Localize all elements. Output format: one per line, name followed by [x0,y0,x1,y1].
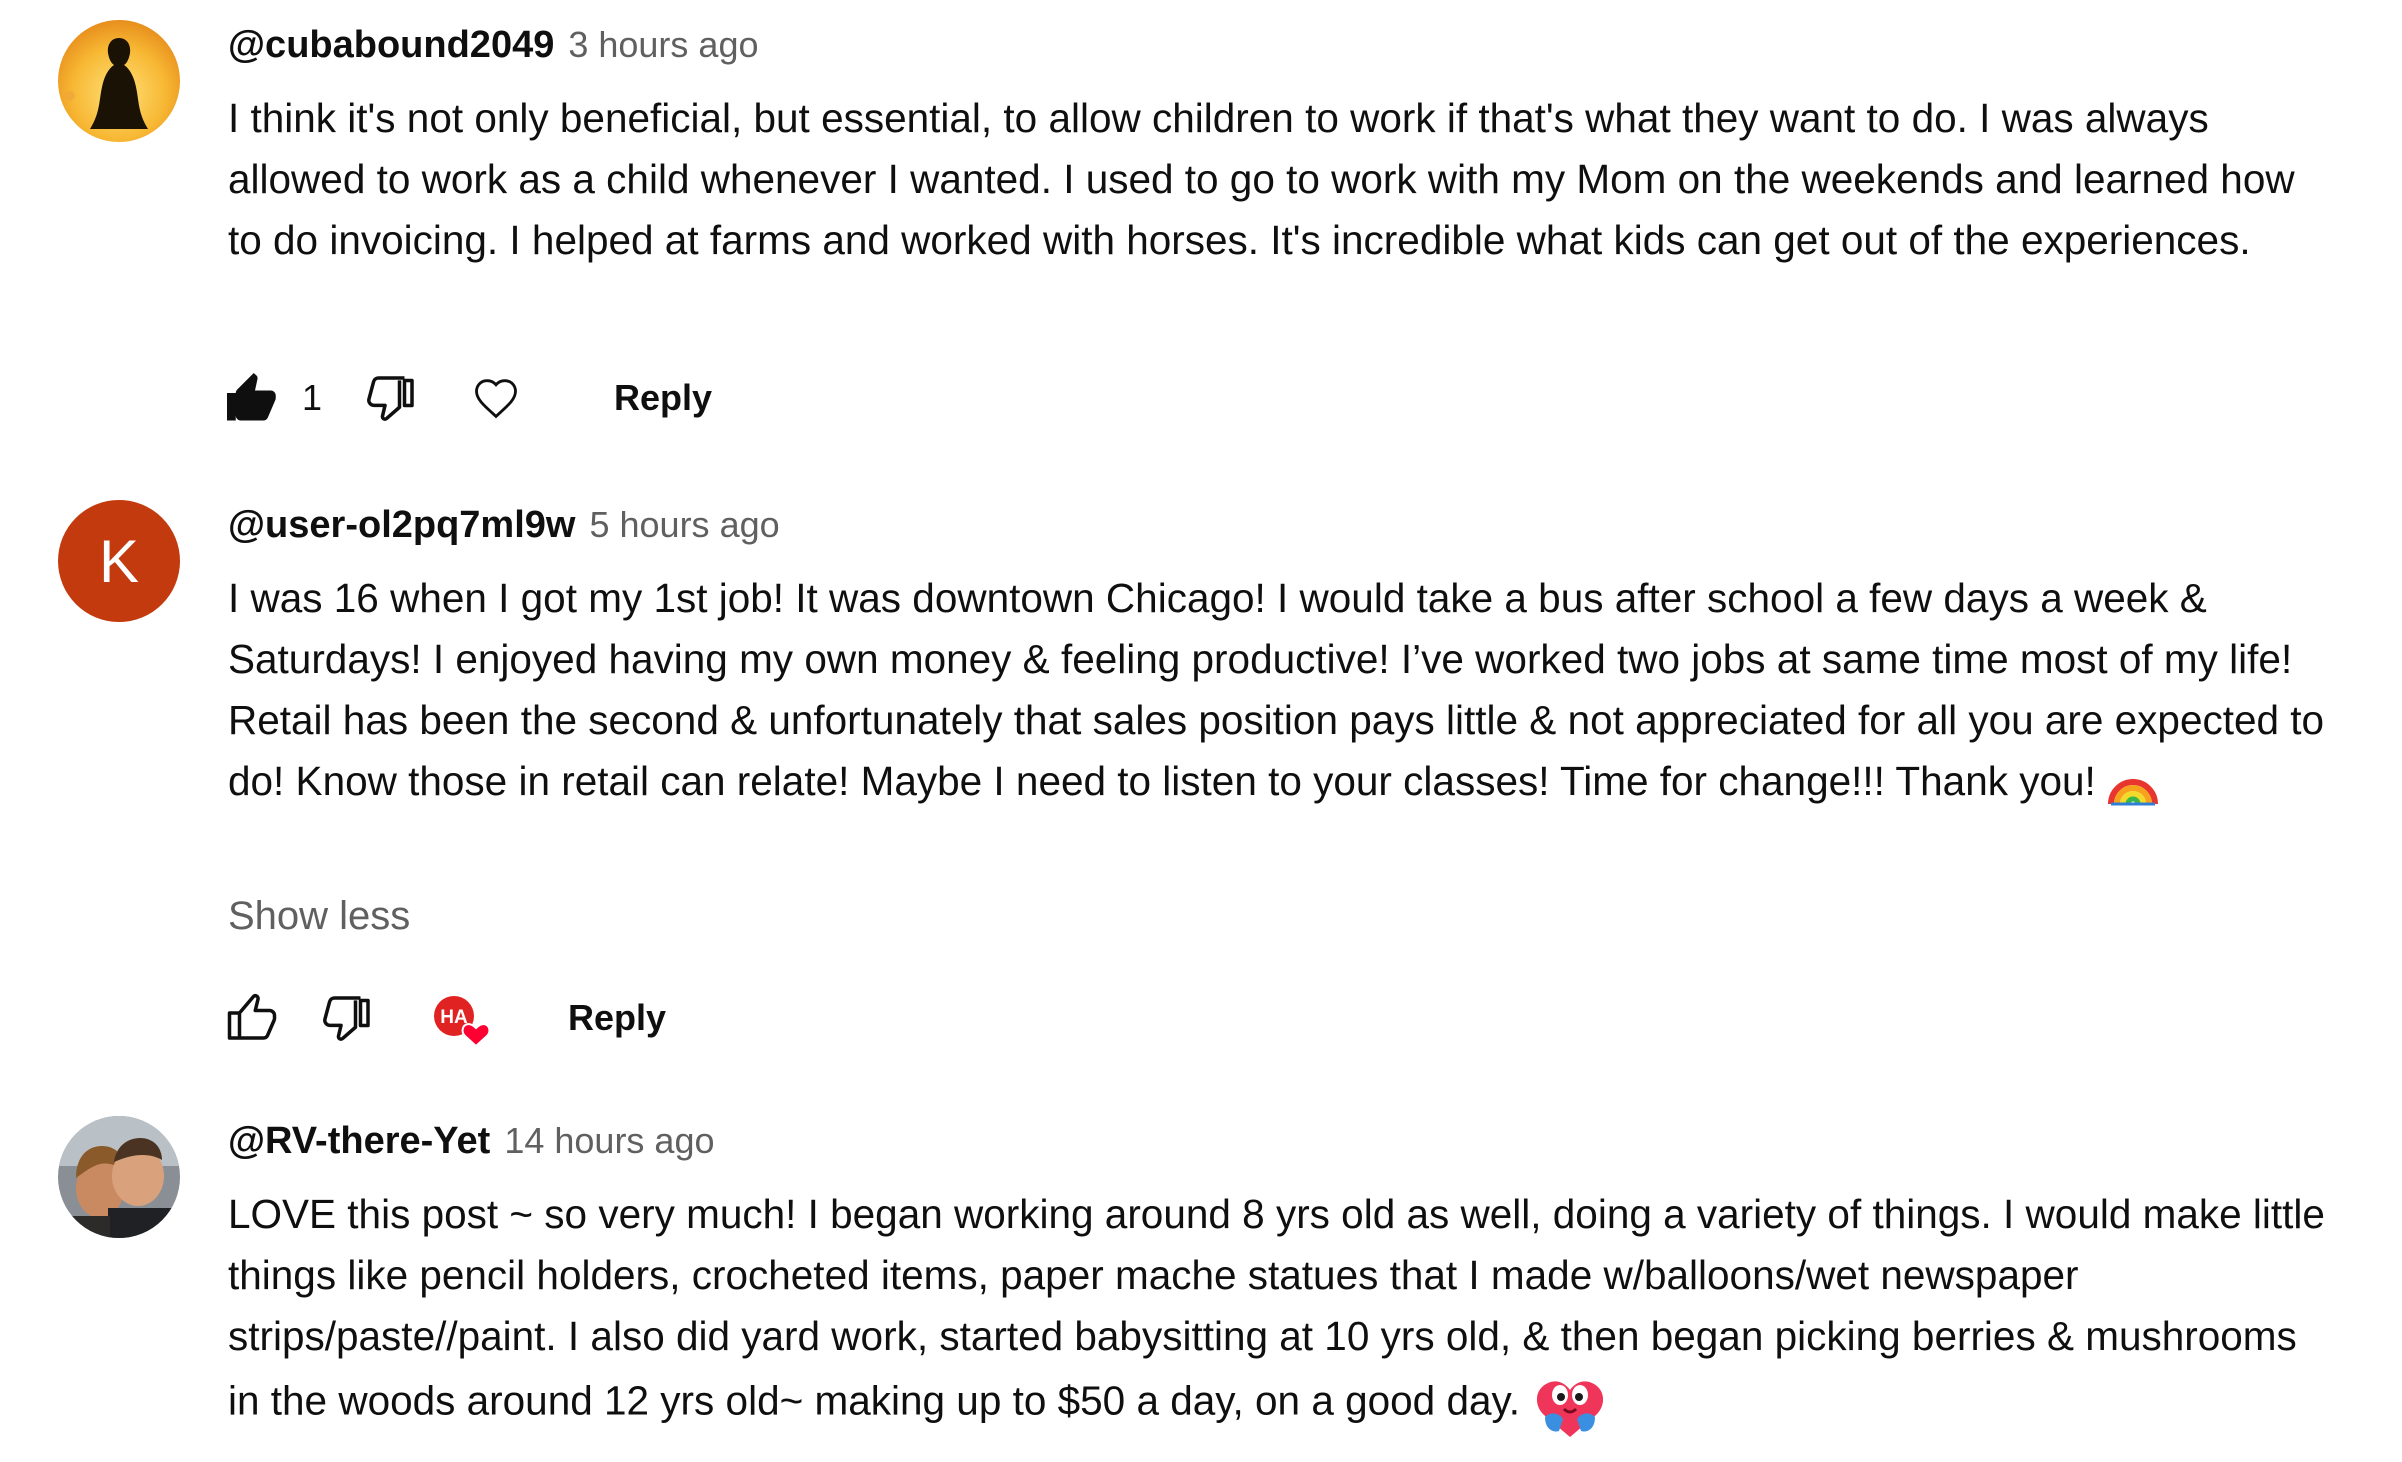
dislike-button[interactable] [318,986,378,1050]
show-less-link[interactable]: Show less [228,894,410,939]
comment-timestamp[interactable]: 3 hours ago [568,24,758,66]
avatar-silhouette-image [58,20,180,142]
reply-button[interactable]: Reply [614,366,712,430]
comment-author[interactable]: @user-ol2pq7ml9w [228,504,575,547]
heart-outline-icon [475,379,517,419]
comment-text-content: I was 16 when I got my 1st job! It was d… [228,575,2325,804]
comment-text: LOVE this post ~ so very much! I began w… [228,1184,2338,1441]
comment-author[interactable]: @cubabound2049 [228,24,554,67]
thumbs-down-icon [367,376,414,421]
comment-timestamp[interactable]: 5 hours ago [589,504,779,546]
comment-text: I was 16 when I got my 1st job! It was d… [228,568,2338,812]
thumbs-down-icon [323,996,370,1041]
heart-button[interactable] [470,366,522,430]
like-count: 1 [302,377,323,418]
thumbs-up-filled-icon [227,373,276,421]
comment-text-content: LOVE this post ~ so very much! I began w… [228,1191,2325,1424]
creator-heart-icon: HA [434,996,491,1048]
comment-timestamp[interactable]: 14 hours ago [504,1120,714,1162]
comment-author[interactable]: @RV-there-Yet [228,1120,490,1163]
hugging-face-emoji-icon [1537,1381,1604,1437]
like-button[interactable] [222,986,282,1050]
reply-button[interactable]: Reply [568,986,666,1050]
avatar-photo-image [58,1116,180,1238]
like-button[interactable] [222,366,282,430]
avatar[interactable]: K [58,500,180,622]
rainbow-emoji-icon [2108,779,2159,806]
dislike-button[interactable] [362,366,422,430]
creator-heart-badge[interactable]: HA [428,986,498,1050]
avatar-letter: K [98,527,140,595]
avatar[interactable] [58,20,180,142]
thumbs-up-icon [227,993,277,1040]
avatar[interactable] [58,1116,180,1238]
comment-text: I think it's not only beneficial, but es… [228,95,2295,263]
